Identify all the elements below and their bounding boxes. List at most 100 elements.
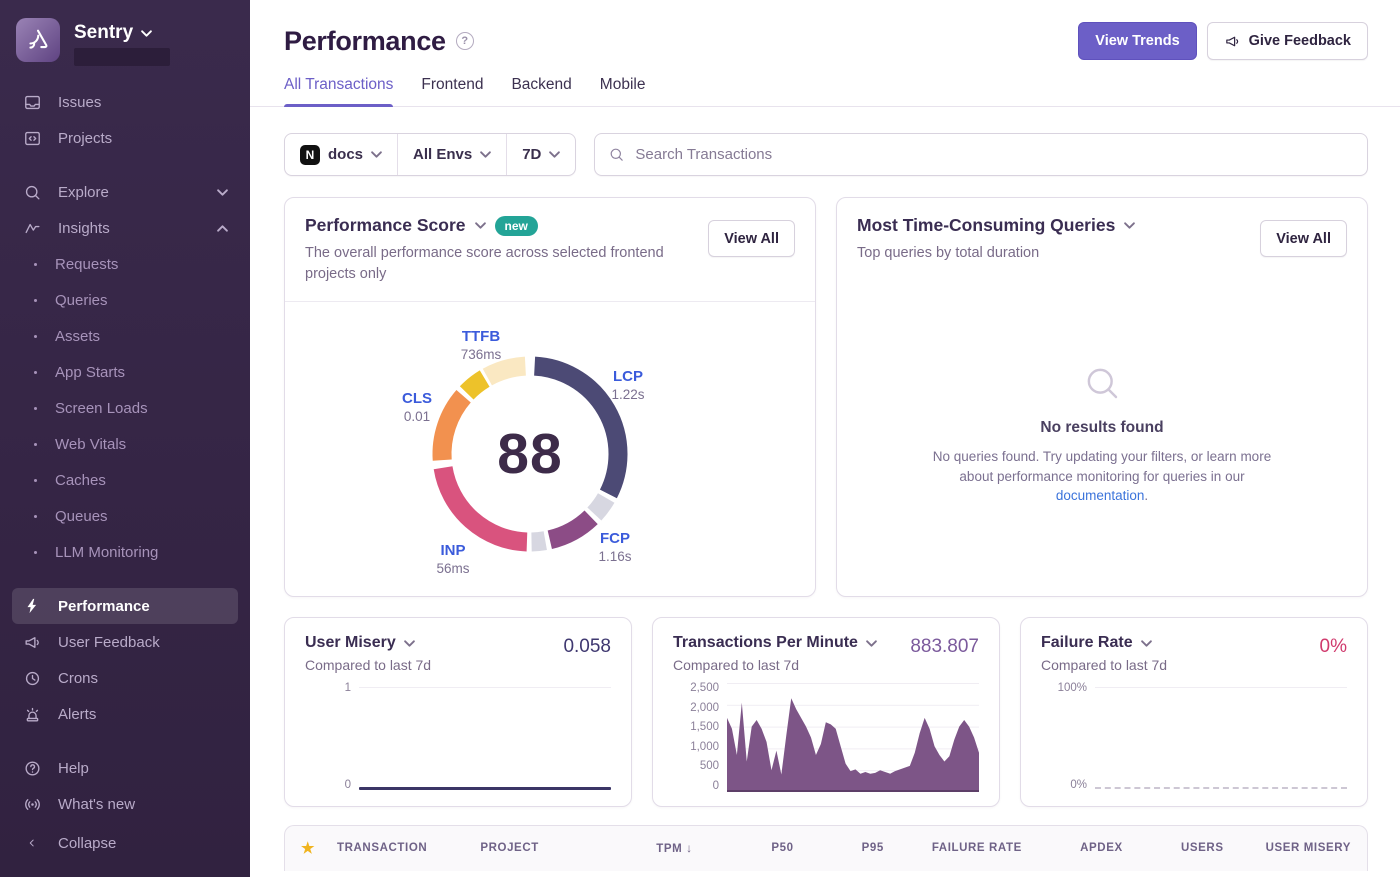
insights-icon bbox=[22, 218, 42, 238]
broadcast-icon bbox=[22, 794, 42, 814]
lightning-icon bbox=[22, 596, 42, 616]
chevron-down-icon bbox=[371, 151, 382, 158]
date-range-selector[interactable]: 7D bbox=[506, 134, 575, 175]
issues-icon bbox=[22, 92, 42, 112]
page-filter-bar: N docs All Envs 7D bbox=[284, 133, 576, 176]
documentation-link[interactable]: documentation bbox=[1056, 488, 1145, 503]
sidebar-item-user-feedback[interactable]: User Feedback bbox=[12, 624, 238, 660]
tab-all-transactions[interactable]: All Transactions bbox=[284, 76, 393, 106]
sidebar-item-llm-monitoring[interactable]: LLM Monitoring bbox=[12, 534, 238, 570]
failure-rate-chart bbox=[1095, 683, 1347, 792]
tpm-value: 883.807 bbox=[910, 636, 979, 658]
empty-state-title: No results found bbox=[1040, 419, 1163, 437]
sidebar-item-assets[interactable]: Assets bbox=[12, 318, 238, 354]
failure-rate-subtitle: Compared to last 7d bbox=[1041, 657, 1167, 673]
sidebar-item-screen-loads[interactable]: Screen Loads bbox=[12, 390, 238, 426]
sidebar-item-queries[interactable]: Queries bbox=[12, 282, 238, 318]
queries-card-description: Top queries by total duration bbox=[857, 243, 1247, 264]
org-switcher[interactable]: Sentry bbox=[12, 14, 238, 76]
column-header-users[interactable]: USERS bbox=[1123, 842, 1224, 854]
help-circle-icon bbox=[22, 758, 42, 778]
vital-inp: INP 56ms bbox=[436, 542, 469, 576]
chevron-left-icon bbox=[22, 833, 42, 853]
column-header-apdex[interactable]: APDEX bbox=[1022, 842, 1123, 854]
view-trends-button[interactable]: View Trends bbox=[1078, 22, 1196, 60]
y-axis-tick: 1,500 bbox=[690, 722, 719, 734]
tpm-area-chart bbox=[727, 683, 979, 792]
chevron-down-icon bbox=[475, 222, 486, 229]
star-icon[interactable]: ★ bbox=[301, 839, 337, 857]
give-feedback-button[interactable]: Give Feedback bbox=[1207, 22, 1368, 60]
vital-ttfb: TTFB 736ms bbox=[461, 328, 502, 362]
search-icon bbox=[608, 146, 625, 168]
column-header-failure-rate[interactable]: FAILURE RATE bbox=[884, 842, 1022, 854]
project-selector[interactable]: N docs bbox=[285, 134, 397, 175]
sidebar-item-queues[interactable]: Queues bbox=[12, 498, 238, 534]
sentry-logo bbox=[16, 18, 60, 62]
sidebar-item-web-vitals[interactable]: Web Vitals bbox=[12, 426, 238, 462]
projects-icon bbox=[22, 128, 42, 148]
chevron-down-icon bbox=[866, 640, 877, 647]
chevron-down-icon bbox=[549, 151, 560, 158]
failure-rate-title[interactable]: Failure Rate bbox=[1041, 634, 1133, 652]
column-header-p95[interactable]: P95 bbox=[794, 842, 884, 854]
sidebar-item-help[interactable]: Help bbox=[12, 750, 238, 786]
performance-score-view-all-button[interactable]: View All bbox=[708, 220, 795, 257]
queries-card-title[interactable]: Most Time-Consuming Queries bbox=[857, 215, 1115, 236]
queries-view-all-button[interactable]: View All bbox=[1260, 220, 1347, 257]
sidebar-item-projects[interactable]: Projects bbox=[12, 120, 238, 156]
sidebar-item-performance[interactable]: Performance bbox=[12, 588, 238, 624]
sidebar-collapse-button[interactable]: Collapse bbox=[12, 825, 238, 861]
vital-cls: CLS 0.01 bbox=[402, 390, 432, 424]
y-axis-tick: 100% bbox=[1058, 683, 1087, 695]
y-axis-tick: 0 bbox=[713, 781, 719, 793]
chevron-down-icon bbox=[217, 189, 228, 196]
tab-frontend[interactable]: Frontend bbox=[421, 76, 483, 106]
failure-rate-value: 0% bbox=[1320, 636, 1347, 658]
user-misery-subtitle: Compared to last 7d bbox=[305, 657, 431, 673]
performance-score-card: Performance Score new The overall perfor… bbox=[284, 197, 816, 597]
tab-backend[interactable]: Backend bbox=[511, 76, 571, 106]
sidebar-item-issues[interactable]: Issues bbox=[12, 84, 238, 120]
sort-down-icon: ↓ bbox=[686, 841, 693, 855]
sidebar-item-requests[interactable]: Requests bbox=[12, 246, 238, 282]
environment-selector[interactable]: All Envs bbox=[397, 134, 506, 175]
tab-mobile[interactable]: Mobile bbox=[600, 76, 646, 106]
chevron-down-icon bbox=[404, 640, 415, 647]
user-misery-card: User Misery Compared to last 7d 0.058 1 … bbox=[284, 617, 632, 807]
help-circle-icon[interactable]: ? bbox=[456, 32, 474, 50]
clock-icon bbox=[22, 668, 42, 688]
column-header-user-misery[interactable]: USER MISERY bbox=[1224, 842, 1351, 854]
chevron-down-icon bbox=[1124, 222, 1135, 229]
sidebar-item-crons[interactable]: Crons bbox=[12, 660, 238, 696]
new-badge: new bbox=[495, 216, 538, 236]
sidebar-item-caches[interactable]: Caches bbox=[12, 462, 238, 498]
sidebar-item-insights[interactable]: Insights bbox=[12, 210, 238, 246]
tab-bar: All Transactions Frontend Backend Mobile bbox=[250, 76, 1400, 107]
performance-score-title[interactable]: Performance Score bbox=[305, 215, 466, 236]
chevron-up-icon bbox=[217, 225, 228, 232]
performance-score-value: 88 bbox=[430, 354, 630, 554]
user-misery-value: 0.058 bbox=[563, 636, 611, 658]
tpm-title[interactable]: Transactions Per Minute bbox=[673, 634, 858, 652]
user-misery-title[interactable]: User Misery bbox=[305, 634, 396, 652]
column-header-p50[interactable]: P50 bbox=[693, 842, 794, 854]
y-axis-tick: 500 bbox=[700, 761, 719, 773]
user-misery-chart bbox=[359, 683, 611, 792]
sidebar: Sentry Issues Projects Explore bbox=[0, 0, 250, 877]
y-axis-tick: 2,500 bbox=[690, 683, 719, 695]
y-axis-tick: 0% bbox=[1070, 780, 1087, 792]
sidebar-item-whats-new[interactable]: What's new bbox=[12, 786, 238, 822]
sidebar-item-explore[interactable]: Explore bbox=[12, 174, 238, 210]
sidebar-item-alerts[interactable]: Alerts bbox=[12, 696, 238, 732]
sidebar-item-app-starts[interactable]: App Starts bbox=[12, 354, 238, 390]
search-transactions-input[interactable] bbox=[594, 133, 1368, 176]
failure-rate-card: Failure Rate Compared to last 7d 0% 100%… bbox=[1020, 617, 1368, 807]
column-header-project[interactable]: PROJECT bbox=[480, 842, 591, 854]
tpm-subtitle: Compared to last 7d bbox=[673, 657, 877, 673]
column-header-tpm[interactable]: TPM ↓ bbox=[592, 841, 693, 855]
org-name: Sentry bbox=[74, 22, 133, 44]
tpm-card: Transactions Per Minute Compared to last… bbox=[652, 617, 1000, 807]
column-header-transaction[interactable]: TRANSACTION bbox=[337, 842, 480, 854]
chevron-down-icon bbox=[1141, 640, 1152, 647]
